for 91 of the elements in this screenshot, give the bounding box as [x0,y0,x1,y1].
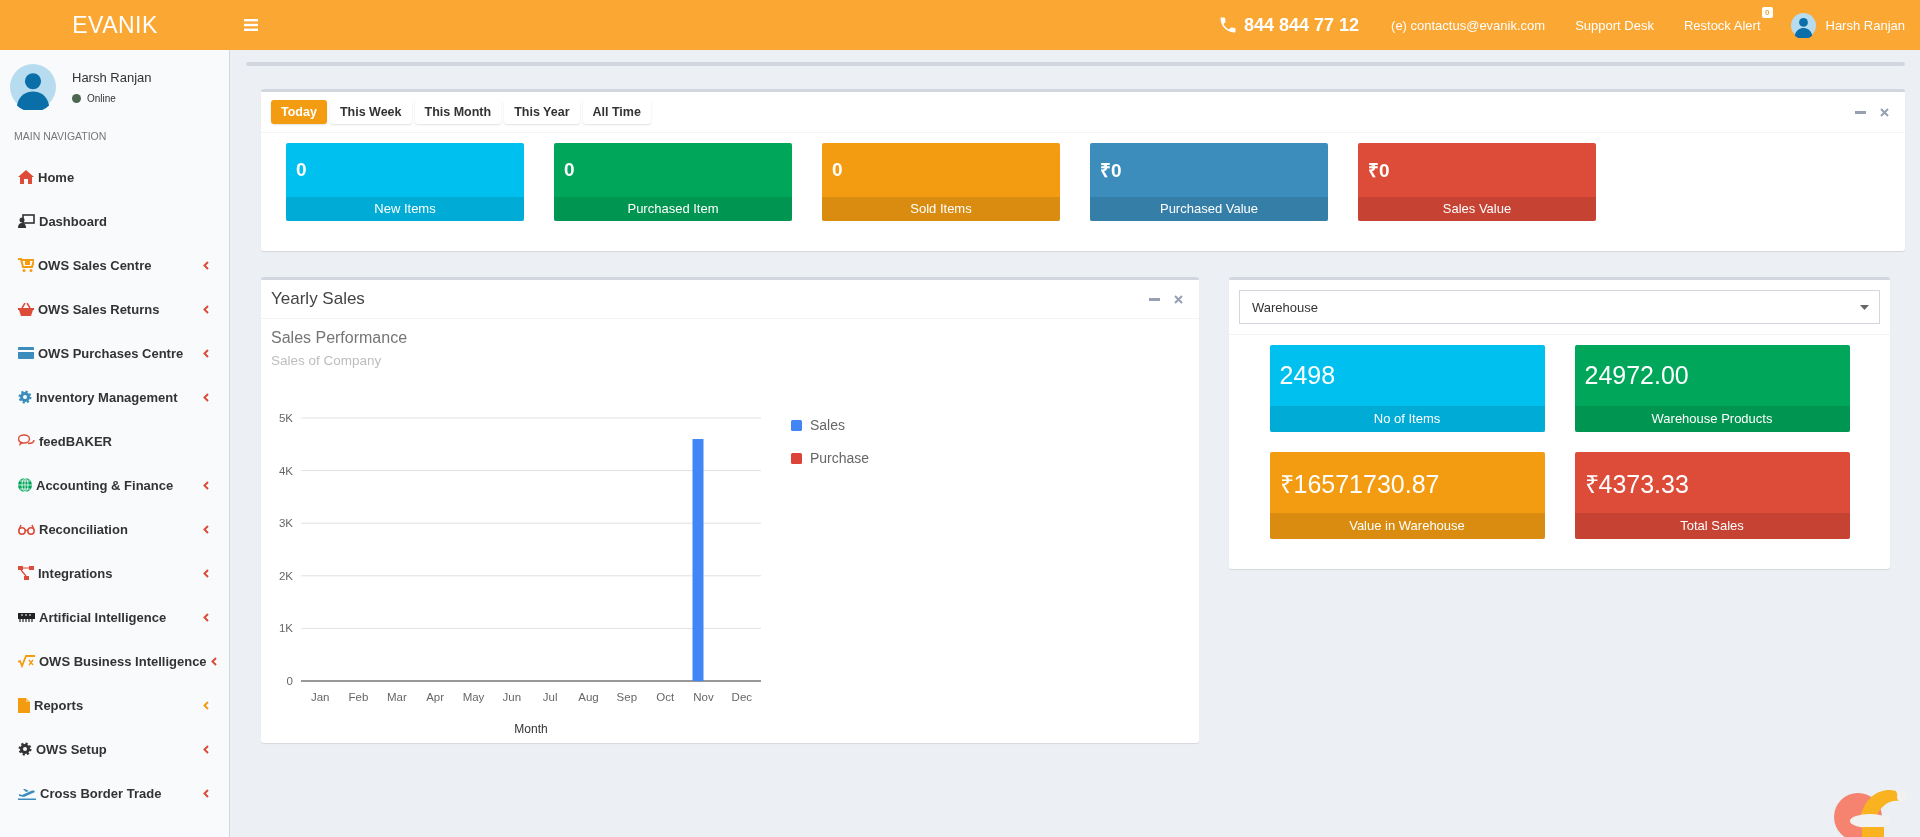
stat-label: Purchased Item [554,197,792,221]
y-tick-label: 3K [278,517,293,530]
user-name: Harsh Ranjan [72,70,152,85]
chat-icon [18,434,35,448]
close-icon[interactable] [1880,107,1889,117]
status-dot [72,94,81,103]
network-icon [18,566,34,580]
nav-item[interactable]: Dashboard [0,199,229,243]
stat-value: 0 [831,158,844,182]
x-tick-label: Apr [426,691,445,703]
memory-chip-icon [18,612,35,622]
x-tick-label: Feb [348,691,369,703]
chart-title: Sales Performance [271,329,409,347]
x-tick-label: Jun [502,691,522,703]
nav-item[interactable]: Cross Border Trade [0,771,229,815]
stat-value: ₹4373.33 [1583,468,1690,500]
file-icon [18,697,30,713]
x-tick-label: Jul [542,691,558,703]
warehouse-dropdown[interactable]: Warehouse [1239,290,1880,324]
stat-value: 2498 [1278,360,1337,391]
square-root-icon [18,654,35,668]
alert-count-badge: 0 [1762,6,1773,18]
stat-label: Sold Items [822,197,1060,221]
stat-value: 24972.00 [1583,360,1690,391]
period-tab[interactable]: This Week [329,100,412,124]
x-tick-label: Sep [616,691,638,703]
y-tick-label: 2K [278,569,293,582]
panel-title: Yearly Sales [271,289,365,309]
nav-item[interactable]: OWS Sales Centre [0,243,229,287]
nav-item[interactable]: OWS Business Intelligence [0,639,229,683]
minimize-icon[interactable] [1855,110,1866,114]
nav-item[interactable]: Inventory Management [0,375,229,419]
nav-item[interactable]: Reports [0,683,229,727]
legend-label: Sales [810,417,846,433]
dropdown-caret-icon [1860,304,1869,310]
settings-icon [18,390,32,404]
stat-value: ₹0 [1367,159,1391,183]
nav-item[interactable]: Accounting & Finance [0,463,229,507]
nav-item[interactable]: Reconciliation [0,507,229,551]
user-status: Online [87,93,116,104]
close-icon[interactable] [1174,294,1183,304]
globe-icon [18,478,32,492]
stat-label: New Items [286,197,524,221]
period-tab[interactable]: This Year [504,100,580,124]
nav-heading: MAIN NAVIGATION [13,129,108,144]
presenter-icon [18,214,35,228]
stat-value: 0 [295,158,308,182]
credit-card-icon [18,347,34,359]
minimize-icon[interactable] [1149,297,1160,301]
stat-label: Purchased Value [1090,197,1328,221]
menu-icon[interactable] [244,19,258,31]
y-tick-label: 0 [286,675,293,687]
nav-item[interactable]: Artificial Intelligence [0,595,229,639]
stat-value: 0 [563,158,576,182]
period-tab[interactable]: All Time [582,100,651,124]
airplane-icon [18,786,36,800]
x-tick-label: Oct [656,691,675,703]
cart-icon [18,258,34,272]
user-avatar-icon [10,64,56,110]
stat-value: ₹16571730.87 [1278,468,1441,500]
stat-label: Value in Warehouse [1269,513,1545,539]
nav-item[interactable]: Home [0,155,229,199]
x-tick-label: Dec [731,691,753,703]
basket-icon [18,302,34,316]
nav-item[interactable]: feedBAKER [0,419,229,463]
x-tick-label: Aug [578,691,599,703]
settings-icon [18,742,32,756]
x-tick-label: Nov [693,691,714,703]
y-tick-label: 1K [278,622,293,635]
stat-label: Warehouse Products [1574,406,1850,432]
x-tick-label: May [462,691,485,703]
nav-item[interactable]: Integrations [0,551,229,595]
legend-label: Purchase [810,450,870,466]
x-axis-title: Month [514,722,548,736]
period-tab[interactable]: This Month [414,100,502,124]
home-icon [18,170,34,184]
chart-subtitle: Sales of Company [271,353,383,368]
user-avatar-icon[interactable] [1790,12,1816,38]
y-tick-label: 5K [278,412,293,424]
x-tick-label: Mar [386,691,407,703]
nav-item[interactable]: OWS Purchases Centre [0,331,229,375]
stat-label: Total Sales [1574,513,1850,539]
x-tick-label: Jan [310,691,330,703]
stat-value: ₹0 [1099,159,1123,183]
y-tick-label: 4K [278,464,293,477]
phone-number: 844 844 77 12 [1243,14,1360,36]
stat-label: No of Items [1269,406,1545,432]
nav-item[interactable]: OWS Sales Returns [0,287,229,331]
nav-item[interactable]: OWS Setup [0,727,229,771]
glasses-icon [18,523,35,535]
stat-label: Sales Value [1358,197,1596,221]
